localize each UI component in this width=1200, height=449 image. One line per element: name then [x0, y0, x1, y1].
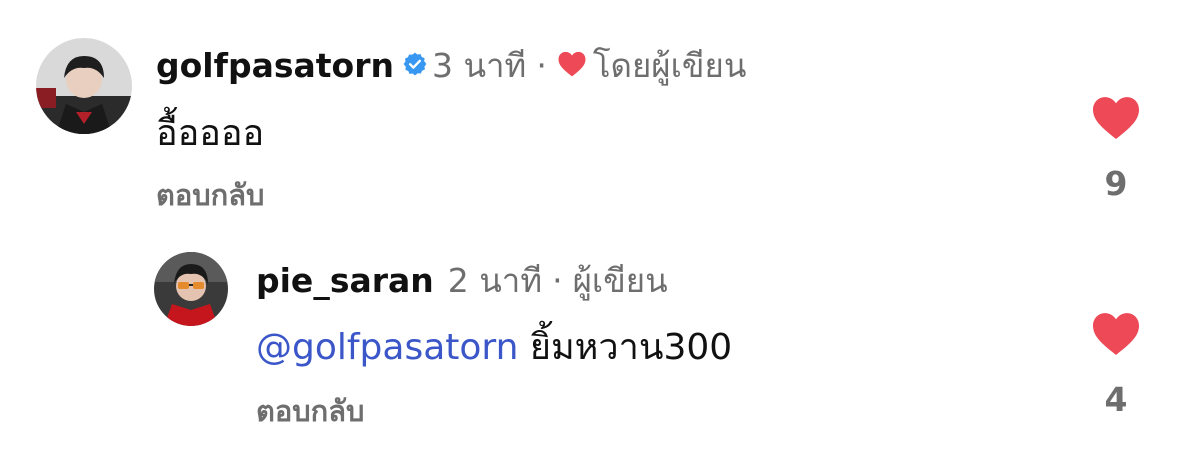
avatar[interactable]: [36, 38, 132, 134]
comment-text-line: @golfpasatorn ยิ้มหวาน300: [256, 318, 732, 375]
username[interactable]: golfpasatorn: [156, 46, 394, 85]
timestamp: 3 นาที: [431, 45, 527, 85]
author-label: ผู้เขียน: [572, 260, 668, 300]
avatar[interactable]: [154, 252, 228, 326]
comment-header: golfpasatorn 3 นาที · โดยผู้เขียน: [156, 40, 746, 90]
like-button[interactable]: [1090, 94, 1142, 144]
heart-icon: [1093, 313, 1139, 355]
reply-button[interactable]: ตอบกลับ: [256, 388, 364, 434]
comment-header: pie_saran 2 นาที · ผู้เขียน: [256, 255, 668, 305]
heart-icon: [1093, 97, 1139, 139]
mention-link[interactable]: @golfpasatorn: [256, 327, 518, 368]
verified-badge-icon: [402, 46, 428, 85]
reply-button[interactable]: ตอบกลับ: [156, 172, 264, 218]
username[interactable]: pie_saran: [256, 261, 434, 300]
separator: ·: [536, 45, 547, 85]
like-button[interactable]: [1090, 310, 1142, 360]
like-count: 9: [1104, 164, 1128, 203]
separator: ·: [552, 260, 563, 300]
comment-text: ยิ้มหวาน300: [529, 327, 733, 368]
like-count: 4: [1104, 380, 1128, 419]
comment-text: อื้ออออ: [156, 113, 265, 154]
timestamp: 2 นาที: [447, 260, 543, 300]
heart-icon: [557, 46, 587, 85]
author-label: โดยผู้เขียน: [592, 45, 747, 85]
